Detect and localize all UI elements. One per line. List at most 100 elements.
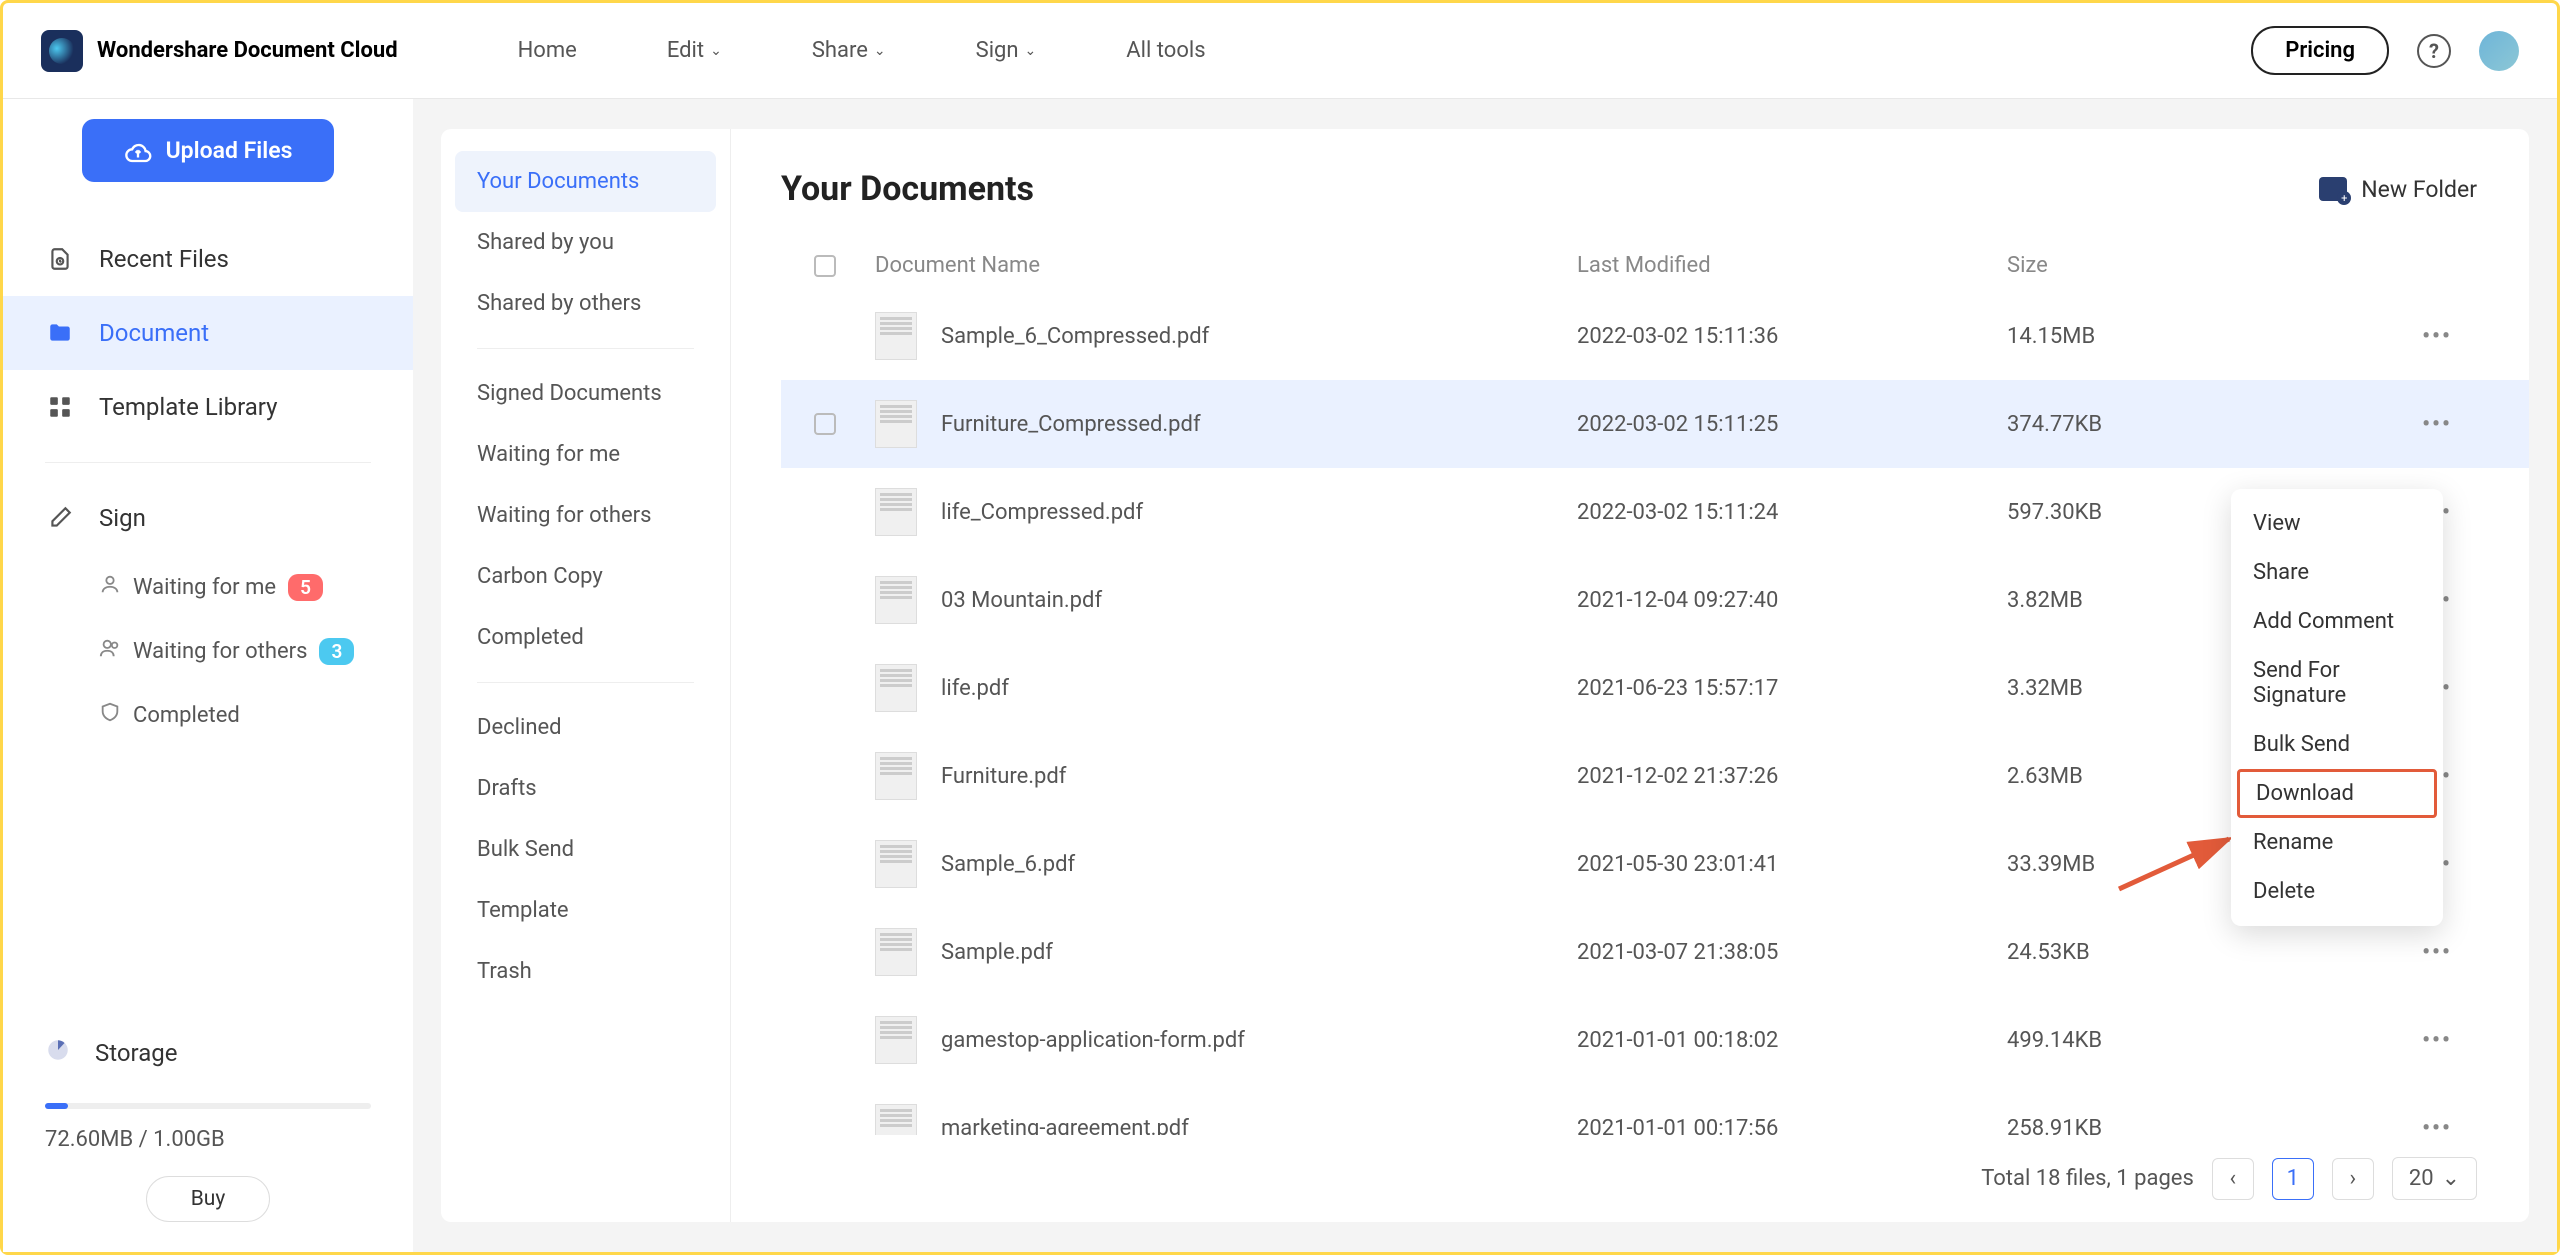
tab-waiting-for-me[interactable]: Waiting for me — [455, 424, 716, 485]
chevron-down-icon: ⌄ — [1025, 43, 1037, 59]
tab-drafts[interactable]: Drafts — [455, 758, 716, 819]
pager-prev[interactable]: ‹ — [2212, 1158, 2254, 1200]
ctx-bulk-send[interactable]: Bulk Send — [2231, 720, 2443, 769]
file-date: 2021-03-07 21:38:05 — [1577, 940, 2007, 965]
ctx-rename[interactable]: Rename — [2231, 818, 2443, 867]
upload-files-button[interactable]: Upload Files — [82, 119, 335, 182]
file-date: 2021-01-01 00:18:02 — [1577, 1028, 2007, 1053]
file-date: 2022-03-02 15:11:36 — [1577, 324, 2007, 349]
file-name: marketing-agreement.pdf — [917, 1116, 1577, 1136]
ctx-send-for-signature[interactable]: Send For Signature — [2231, 646, 2443, 720]
sidebar-document[interactable]: Document — [3, 296, 413, 370]
col-last-modified[interactable]: Last Modified — [1577, 253, 2007, 278]
top-nav: Home Edit⌄ Share⌄ Sign⌄ All tools — [518, 38, 1206, 63]
file-name: Sample_6.pdf — [917, 852, 1577, 877]
col-size[interactable]: Size — [2007, 253, 2397, 278]
tab-waiting-for-others[interactable]: Waiting for others — [455, 485, 716, 546]
ctx-download[interactable]: Download — [2237, 769, 2437, 818]
file-thumbnail-icon — [875, 1104, 917, 1135]
avatar[interactable] — [2479, 31, 2519, 71]
file-date: 2021-12-02 21:37:26 — [1577, 764, 2007, 789]
ctx-delete[interactable]: Delete — [2231, 867, 2443, 916]
more-actions-icon[interactable]: ••• — [2397, 412, 2477, 437]
nav-edit[interactable]: Edit⌄ — [667, 38, 722, 63]
select-all-checkbox[interactable] — [814, 255, 836, 277]
tab-shared-by-others[interactable]: Shared by others — [455, 273, 716, 334]
ctx-add-comment[interactable]: Add Comment — [2231, 597, 2443, 646]
file-thumbnail-icon — [875, 576, 917, 624]
ctx-share[interactable]: Share — [2231, 548, 2443, 597]
file-size: 24.53KB — [2007, 940, 2397, 965]
tab-carbon-copy[interactable]: Carbon Copy — [455, 546, 716, 607]
document-tabs: Your Documents Shared by you Shared by o… — [441, 129, 731, 1222]
folder-icon — [45, 318, 75, 348]
file-thumbnail-icon — [875, 840, 917, 888]
file-name: life_Compressed.pdf — [917, 500, 1577, 525]
tab-your-documents[interactable]: Your Documents — [455, 151, 716, 212]
pager-summary: Total 18 files, 1 pages — [1981, 1166, 2194, 1191]
more-actions-icon[interactable]: ••• — [2397, 1028, 2477, 1053]
nav-all-tools[interactable]: All tools — [1126, 38, 1205, 63]
sidebar-waiting-for-me[interactable]: Waiting for me 5 — [3, 555, 413, 619]
sidebar: Upload Files Recent Files Document Templ… — [3, 99, 413, 1252]
document-list: Your Documents New Folder Document Name … — [731, 129, 2529, 1222]
sidebar-waiting-for-others[interactable]: Waiting for others 3 — [3, 619, 413, 683]
help-icon[interactable]: ? — [2417, 34, 2451, 68]
file-thumbnail-icon — [875, 488, 917, 536]
chevron-down-icon: ⌄ — [710, 43, 722, 59]
file-name: life.pdf — [917, 676, 1577, 701]
divider — [45, 462, 371, 463]
shield-icon — [99, 701, 121, 729]
chevron-down-icon: ⌄ — [2442, 1166, 2460, 1191]
file-name: Furniture.pdf — [917, 764, 1577, 789]
tab-shared-by-you[interactable]: Shared by you — [455, 212, 716, 273]
file-thumbnail-icon — [875, 752, 917, 800]
nav-share[interactable]: Share⌄ — [812, 38, 886, 63]
pager-page-1[interactable]: 1 — [2272, 1158, 2314, 1200]
table-row[interactable]: Sample_6_Compressed.pdf2022-03-02 15:11:… — [781, 292, 2529, 380]
sidebar-completed[interactable]: Completed — [3, 683, 413, 747]
tab-completed[interactable]: Completed — [455, 607, 716, 668]
tab-signed-documents[interactable]: Signed Documents — [455, 363, 716, 424]
row-checkbox[interactable] — [814, 413, 836, 435]
file-date: 2021-05-30 23:01:41 — [1577, 852, 2007, 877]
table-row[interactable]: gamestop-application-form.pdf2021-01-01 … — [781, 996, 2529, 1084]
badge-count: 3 — [319, 638, 354, 665]
col-document-name[interactable]: Document Name — [855, 253, 1577, 278]
brand: Wondershare Document Cloud — [41, 30, 398, 72]
brand-name: Wondershare Document Cloud — [97, 38, 398, 63]
file-size: 258.91KB — [2007, 1116, 2397, 1136]
buy-button[interactable]: Buy — [146, 1176, 271, 1222]
ctx-view[interactable]: View — [2231, 499, 2443, 548]
nav-home[interactable]: Home — [518, 38, 577, 63]
more-actions-icon[interactable]: ••• — [2397, 324, 2477, 349]
file-thumbnail-icon — [875, 664, 917, 712]
tab-bulk-send[interactable]: Bulk Send — [455, 819, 716, 880]
sidebar-sign[interactable]: Sign — [3, 481, 413, 555]
file-size: 14.15MB — [2007, 324, 2397, 349]
sidebar-template-library[interactable]: Template Library — [3, 370, 413, 444]
nav-sign[interactable]: Sign⌄ — [976, 38, 1037, 63]
storage-bar — [45, 1103, 371, 1109]
grid-icon — [45, 392, 75, 422]
page-title: Your Documents — [781, 169, 1034, 209]
more-actions-icon[interactable]: ••• — [2397, 1116, 2477, 1136]
annotation-arrow-icon — [2109, 829, 2249, 899]
badge-count: 5 — [288, 574, 323, 601]
pager-page-size[interactable]: 20⌄ — [2392, 1157, 2477, 1200]
table-row[interactable]: marketing-agreement.pdf2021-01-01 00:17:… — [781, 1084, 2529, 1135]
table-row[interactable]: Furniture_Compressed.pdf2022-03-02 15:11… — [781, 380, 2529, 468]
pager-next[interactable]: › — [2332, 1158, 2374, 1200]
tab-declined[interactable]: Declined — [455, 697, 716, 758]
file-name: Furniture_Compressed.pdf — [917, 412, 1577, 437]
more-actions-icon[interactable]: ••• — [2397, 940, 2477, 965]
pricing-button[interactable]: Pricing — [2251, 26, 2389, 75]
new-folder-button[interactable]: New Folder — [2319, 176, 2477, 203]
tab-template[interactable]: Template — [455, 880, 716, 941]
main-area: Your Documents Shared by you Shared by o… — [413, 99, 2557, 1252]
sidebar-recent-files[interactable]: Recent Files — [3, 222, 413, 296]
file-date: 2022-03-02 15:11:25 — [1577, 412, 2007, 437]
file-date: 2021-01-01 00:17:56 — [1577, 1116, 2007, 1136]
tab-trash[interactable]: Trash — [455, 941, 716, 1002]
file-thumbnail-icon — [875, 312, 917, 360]
